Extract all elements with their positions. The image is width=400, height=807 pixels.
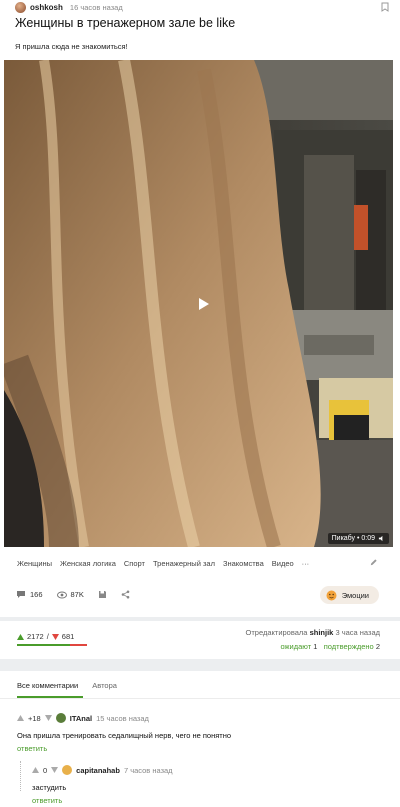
comment-avatar[interactable] bbox=[55, 713, 66, 723]
tag-item[interactable]: Видео bbox=[272, 559, 294, 568]
share-icon[interactable] bbox=[121, 590, 130, 599]
post-subtitle: Я пришла сюда не знакомиться! bbox=[15, 42, 128, 51]
upvote-arrow-icon[interactable] bbox=[17, 633, 24, 640]
pending-count: 1 bbox=[313, 642, 318, 651]
post-time: 16 часов назад bbox=[69, 2, 123, 12]
rating-bar-up bbox=[17, 644, 71, 646]
save-icon[interactable] bbox=[98, 590, 107, 599]
emotions-label: Эмоции bbox=[341, 590, 369, 600]
eye-icon bbox=[56, 591, 67, 598]
play-icon[interactable] bbox=[194, 295, 212, 313]
volume-icon[interactable] bbox=[378, 535, 385, 542]
comment-time: 15 часов назад bbox=[96, 713, 149, 723]
comment-text: застудить bbox=[32, 783, 67, 792]
comment-icon bbox=[17, 591, 25, 598]
rating-summary: 2172 / 681 bbox=[17, 632, 74, 641]
confirmed-label: подтверждено bbox=[323, 642, 374, 651]
comment-time: 7 часов назад bbox=[123, 765, 173, 775]
upvotes-count: 2172 bbox=[27, 632, 44, 641]
emotions-button[interactable]: Эмоции bbox=[319, 586, 379, 604]
comment-author[interactable]: capitanahab bbox=[76, 766, 120, 775]
comments-count: 166 bbox=[30, 590, 43, 599]
comment-upvote-icon[interactable] bbox=[32, 767, 39, 773]
edited-time: 3 часа назад bbox=[335, 628, 380, 637]
editor-name[interactable]: shinjik bbox=[310, 628, 334, 637]
tabs-divider bbox=[0, 698, 400, 699]
video-badge-text: Пикабу • 0:09 bbox=[331, 535, 375, 542]
comment-text: Она пришла тренировать седалищный нерв, … bbox=[17, 731, 232, 740]
author-name[interactable]: oshkosh bbox=[30, 3, 63, 12]
post-card: oshkosh 16 часов назад Женщины в тренаже… bbox=[0, 0, 400, 617]
edited-prefix: Отредактировала bbox=[245, 628, 308, 637]
rating-card: 2172 / 681 Отредактировала shinjik 3 час… bbox=[0, 621, 400, 659]
video-player[interactable]: Пикабу • 0:09 bbox=[4, 60, 393, 547]
confirmed-count: 2 bbox=[375, 642, 380, 651]
more-tags-button[interactable]: ··· bbox=[302, 559, 310, 568]
comment-upvote-icon[interactable] bbox=[17, 715, 24, 721]
comment-rating: +18 bbox=[28, 713, 41, 723]
rating-bar-down bbox=[70, 644, 87, 646]
comment-avatar[interactable] bbox=[62, 765, 73, 775]
downvotes-count: 681 bbox=[61, 632, 75, 641]
pending-label: ожидают bbox=[280, 642, 312, 651]
video-badge: Пикабу • 0:09 bbox=[327, 533, 389, 544]
tags-list: Женщины Женская логика Спорт Тренажерный… bbox=[17, 559, 309, 568]
pencil-icon[interactable] bbox=[369, 558, 378, 567]
reply-button[interactable]: ответить bbox=[32, 796, 62, 805]
bookmark-corner-icon[interactable] bbox=[380, 2, 390, 12]
comment-header: +18 ITAnal 15 часов назад bbox=[17, 713, 149, 723]
tag-item[interactable]: Женская логика bbox=[60, 559, 116, 568]
rating-separator: / bbox=[46, 632, 49, 641]
edited-info: Отредактировала shinjik 3 часа назад bbox=[246, 628, 380, 637]
comments-stat[interactable]: 166 bbox=[16, 590, 43, 599]
tag-item[interactable]: Спорт bbox=[124, 559, 145, 568]
post-title[interactable]: Женщины в тренажерном зале be like bbox=[15, 16, 235, 30]
post-author-row: oshkosh 16 часов назад bbox=[15, 1, 123, 13]
comment-rating: 0 bbox=[43, 765, 48, 775]
comment-downvote-icon[interactable] bbox=[44, 715, 52, 721]
downvote-arrow-icon[interactable] bbox=[51, 633, 59, 640]
emoji-icon bbox=[326, 590, 337, 600]
views-count: 87K bbox=[70, 590, 84, 599]
rating-bar bbox=[17, 644, 87, 646]
comment-header: 0 capitanahab 7 часов назад bbox=[32, 765, 173, 775]
comments-card: Все комментарии Автора +18 ITAnal 15 час… bbox=[0, 671, 400, 807]
thread-line bbox=[20, 761, 25, 791]
tab-author-comments[interactable]: Автора bbox=[92, 681, 117, 690]
author-avatar[interactable] bbox=[15, 1, 26, 13]
comment-downvote-icon[interactable] bbox=[51, 767, 59, 773]
post-stats: 166 87K bbox=[16, 590, 130, 599]
tag-item[interactable]: Тренажерный зал bbox=[153, 559, 215, 568]
comment-tabs: Все комментарии Автора bbox=[17, 681, 117, 690]
tag-item[interactable]: Женщины bbox=[17, 559, 52, 568]
tag-item[interactable]: Знакомства bbox=[223, 559, 264, 568]
edits-status[interactable]: ожидают 1 подтверждено 2 bbox=[280, 642, 380, 651]
comment-author[interactable]: ITAnal bbox=[70, 714, 92, 723]
tab-all-comments[interactable]: Все комментарии bbox=[17, 681, 78, 690]
views-stat: 87K bbox=[56, 590, 84, 599]
reply-button[interactable]: ответить bbox=[17, 744, 47, 753]
